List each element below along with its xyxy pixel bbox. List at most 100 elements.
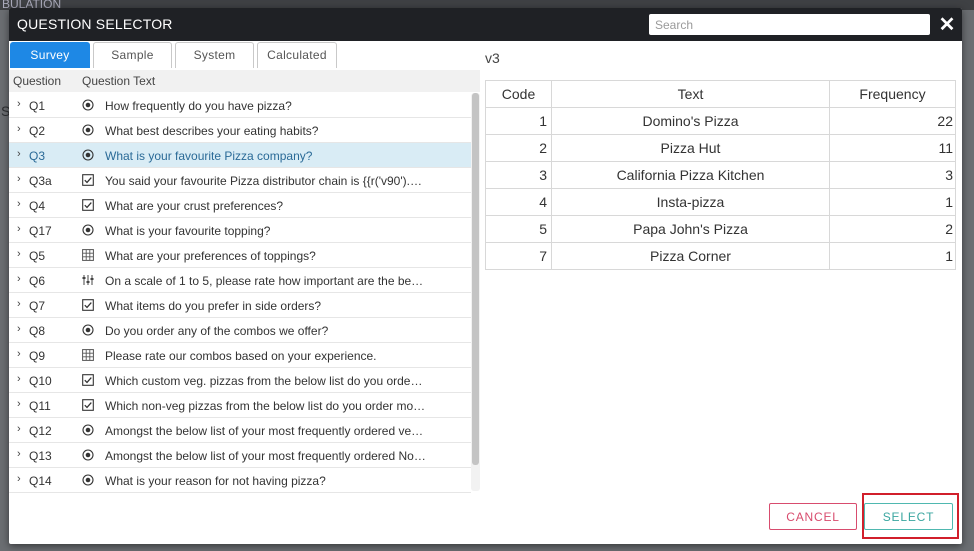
answer-text: Pizza Corner (551, 242, 830, 270)
search-input[interactable] (649, 14, 930, 35)
question-row[interactable]: › Q5 What are your preferences of toppings… (9, 243, 471, 268)
grid-icon (82, 349, 94, 361)
answer-frequency: 22 (829, 107, 956, 135)
column-header-frequency: Frequency (829, 80, 956, 108)
checkbox-icon (82, 174, 94, 186)
question-row[interactable]: › Q7 What items do you prefer in side orde… (9, 293, 471, 318)
question-code: Q11 (29, 399, 51, 413)
chevron-right-icon[interactable]: › (17, 98, 27, 110)
answer-frequency: 1 (829, 242, 956, 270)
radio-icon (82, 449, 94, 461)
question-text: What are your preferences of toppings? (105, 249, 316, 263)
answer-frequency: 11 (829, 134, 956, 162)
chevron-right-icon[interactable]: › (17, 173, 27, 185)
question-code: Q3 (29, 149, 46, 163)
question-text: Which non-veg pizzas from the below list… (105, 399, 426, 413)
question-code: Q12 (29, 424, 52, 438)
chevron-right-icon[interactable]: › (17, 223, 27, 235)
answer-text: Pizza Hut (551, 134, 830, 162)
question-text: Which custom veg. pizzas from the below … (105, 374, 423, 388)
scrollbar-thumb[interactable] (472, 93, 479, 465)
chevron-right-icon[interactable]: › (17, 398, 27, 410)
radio-icon (82, 224, 94, 236)
chevron-right-icon[interactable]: › (17, 348, 27, 360)
question-type-tabs: Survey Sample System Calculated (10, 42, 337, 68)
chevron-right-icon[interactable]: › (17, 123, 27, 135)
question-code: Q2 (29, 124, 46, 138)
question-list: › Q1 How frequently do you have pizza? › Q2 W… (9, 93, 471, 493)
slider-icon (82, 274, 94, 286)
question-row[interactable]: › Q2 What best describes your eating habit… (9, 118, 471, 143)
question-text: Please rate our combos based on your exp… (105, 349, 377, 363)
radio-icon (82, 149, 94, 161)
close-icon[interactable]: ✕ (937, 14, 957, 36)
radio-icon (82, 474, 94, 486)
question-list-header: Question Question Text (9, 70, 480, 92)
chevron-right-icon[interactable]: › (17, 198, 27, 210)
question-text: You said your favourite Pizza distributo… (105, 174, 422, 188)
question-row[interactable]: › Q10 Which custom veg. pizzas from the be… (9, 368, 471, 393)
answer-frequency: 1 (829, 188, 956, 216)
frequency-row: 5 Papa John's Pizza 2 (485, 215, 956, 243)
question-text: How frequently do you have pizza? (105, 99, 292, 113)
chevron-right-icon[interactable]: › (17, 298, 27, 310)
question-text: Do you order any of the combos we offer? (105, 324, 329, 338)
chevron-right-icon[interactable]: › (17, 248, 27, 260)
chevron-right-icon[interactable]: › (17, 423, 27, 435)
answer-text: Domino's Pizza (551, 107, 830, 135)
question-row[interactable]: › Q13 Amongst the below list of your most … (9, 443, 471, 468)
question-code: Q17 (29, 224, 52, 238)
question-text: What is your reason for not having pizza… (105, 474, 326, 488)
column-header-question-text: Question Text (82, 74, 156, 88)
question-row[interactable]: › Q6 On a scale of 1 to 5, please rate how… (9, 268, 471, 293)
question-row[interactable]: › Q4 What are your crust preferences? (9, 193, 471, 218)
question-selector-dialog: QUESTION SELECTOR ✕ Survey Sample System… (9, 8, 962, 544)
answer-code: 5 (485, 215, 552, 243)
answer-text: Papa John's Pizza (551, 215, 830, 243)
question-row[interactable]: › Q12 Amongst the below list of your most … (9, 418, 471, 443)
question-row[interactable]: › Q11 Which non-veg pizzas from the below … (9, 393, 471, 418)
question-code: Q7 (29, 299, 46, 313)
checkbox-icon (82, 399, 94, 411)
cancel-button[interactable]: CANCEL (769, 503, 857, 530)
chevron-right-icon[interactable]: › (17, 473, 27, 485)
chevron-right-icon[interactable]: › (17, 373, 27, 385)
tab-survey[interactable]: Survey (10, 42, 90, 68)
select-button[interactable]: SELECT (864, 503, 953, 530)
question-row[interactable]: › Q14 What is your reason for not having p… (9, 468, 471, 493)
tab-sample[interactable]: Sample (93, 42, 172, 68)
question-list-scrollbar[interactable] (471, 93, 480, 491)
tab-system[interactable]: System (175, 42, 254, 68)
question-row[interactable]: › Q8 Do you order any of the combos we off… (9, 318, 471, 343)
question-text: What is your favourite Pizza company? (105, 149, 313, 163)
question-text: Amongst the below list of your most freq… (105, 424, 424, 438)
question-row[interactable]: › Q17 What is your favourite topping? (9, 218, 471, 243)
chevron-right-icon[interactable]: › (17, 323, 27, 335)
answer-code: 2 (485, 134, 552, 162)
question-code: Q14 (29, 474, 52, 488)
chevron-right-icon[interactable]: › (17, 273, 27, 285)
variable-name: v3 (485, 50, 500, 66)
column-header-text: Text (551, 80, 830, 108)
question-row[interactable]: › Q3a You said your favourite Pizza distri… (9, 168, 471, 193)
answer-text: California Pizza Kitchen (551, 161, 830, 189)
chevron-right-icon[interactable]: › (17, 148, 27, 160)
question-text: What are your crust preferences? (105, 199, 284, 213)
answer-text: Insta-pizza (551, 188, 830, 216)
question-text: On a scale of 1 to 5, please rate how im… (105, 274, 424, 288)
question-row[interactable]: › Q3 What is your favourite Pizza company? (9, 143, 471, 168)
column-header-code: Code (485, 80, 552, 108)
question-row[interactable]: › Q9 Please rate our combos based on your … (9, 343, 471, 368)
chevron-right-icon[interactable]: › (17, 448, 27, 460)
radio-icon (82, 424, 94, 436)
tab-calculated[interactable]: Calculated (257, 42, 337, 68)
question-text: What best describes your eating habits? (105, 124, 319, 138)
answer-frequency: 3 (829, 161, 956, 189)
radio-icon (82, 124, 94, 136)
radio-icon (82, 99, 94, 111)
frequency-row: 4 Insta-pizza 1 (485, 188, 956, 216)
question-code: Q6 (29, 274, 46, 288)
question-text: What items do you prefer in side orders? (105, 299, 322, 313)
question-row[interactable]: › Q1 How frequently do you have pizza? (9, 93, 471, 118)
answer-code: 7 (485, 242, 552, 270)
